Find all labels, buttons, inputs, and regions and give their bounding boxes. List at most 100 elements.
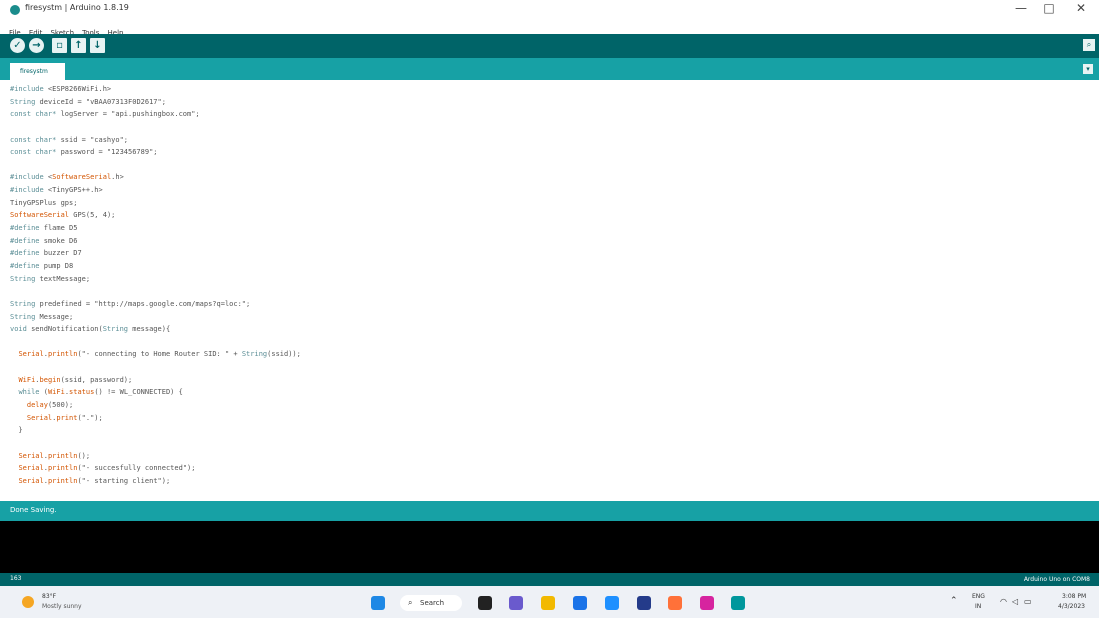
upload-button[interactable]: → [29,38,44,53]
arrow-up-icon: ↑ [74,40,83,51]
windows-start-icon[interactable] [371,596,385,610]
line-number: 163 [10,575,22,582]
code-line[interactable]: Serial.println("- succesfully connected"… [10,462,301,475]
code-token: String [241,350,268,359]
code-line[interactable]: TinyGPSPlus gps; [10,197,301,210]
code-line[interactable]: WiFi.begin(ssid, password); [10,374,301,387]
file-explorer-icon[interactable] [541,596,555,610]
weather-sun-icon[interactable] [22,596,34,608]
code-line[interactable]: String textMessage; [10,273,301,286]
tab-menu-button[interactable]: ▾ [1083,64,1093,74]
tray-chevron-up-icon[interactable]: ⌃ [950,596,958,606]
code-line[interactable] [10,159,301,172]
code-line[interactable]: const char* password = "123456789"; [10,146,301,159]
code-editor[interactable]: #include <ESP8266WiFi.h> String deviceId … [0,80,1099,501]
save-button[interactable]: ↓ [90,38,105,53]
code-line[interactable]: while (WiFi.status() != WL_CONNECTED) { [10,386,301,399]
code-line[interactable]: #define smoke D6 [10,235,301,248]
code-line[interactable]: const char* logServer = "api.pushingbox.… [10,108,301,121]
code-line[interactable]: Serial.println("- starting client"); [10,475,301,488]
code-token: void [10,325,27,334]
code-token: <TinyGPS++.h> [43,186,103,195]
magnifier-icon: ⌕ [1086,40,1092,49]
clock-date[interactable]: 4/3/2023 [1058,603,1085,610]
code-token: (500); [47,401,74,410]
weather-desc[interactable]: Mostly sunny [42,603,82,610]
code-line[interactable]: const char* ssid = "cashyo"; [10,134,301,147]
close-button[interactable]: ✕ [1072,1,1090,15]
maximize-button[interactable]: □ [1040,1,1058,15]
code-line[interactable]: String Message; [10,311,301,324]
code-token: #include [10,186,44,195]
code-token: String [10,312,36,321]
code-content[interactable]: #include <ESP8266WiFi.h> String deviceId … [10,83,301,488]
serial-monitor-button[interactable]: ⌕ [1083,39,1095,51]
speaker-icon[interactable]: ◁ [1012,597,1018,606]
code-token: Serial [18,451,44,460]
open-button[interactable]: ↑ [71,38,86,53]
code-token: #include [10,173,44,182]
code-token: #define [10,249,40,258]
title-bar: firesystm | Arduino 1.8.19 — □ ✕ [0,0,1099,20]
code-line[interactable]: #define pump D8 [10,260,301,273]
code-line[interactable]: Serial.println("- connecting to Home Rou… [10,348,300,361]
verify-button[interactable]: ✓ [10,38,25,53]
code-line[interactable]: void sendNotification(String message){ [10,323,301,336]
code-token: const char* [10,135,57,144]
code-token: textMessage; [35,274,91,283]
code-token: Message; [35,312,74,321]
code-token: const char* [10,148,57,157]
code-line[interactable]: #define buzzer D7 [10,247,301,260]
code-line[interactable] [10,437,301,450]
arduino-icon[interactable] [731,596,745,610]
code-line[interactable] [10,361,301,374]
code-token: GPS(5, 4); [69,211,116,220]
footer-bar: 163 Arduino Uno on COM8 [0,573,1099,586]
code-token: println [47,464,78,473]
code-token: String [102,325,129,334]
tab-firesystm[interactable]: firesystm [10,63,65,80]
code-line[interactable]: delay(500); [10,399,301,412]
minimize-button[interactable]: — [1012,1,1030,15]
code-line[interactable]: #include <ESP8266WiFi.h> [10,83,301,96]
code-token: String [10,299,36,308]
code-line[interactable]: Serial.println(); [10,450,301,463]
language-bottom[interactable]: IN [975,603,981,610]
edge-icon[interactable] [573,596,587,610]
code-line[interactable]: #include <TinyGPS++.h> [10,184,301,197]
code-line[interactable] [10,336,301,349]
chrome-icon[interactable] [605,596,619,610]
code-token: delay [26,401,48,410]
taskbar-search[interactable]: ⌕ Search [400,595,462,611]
code-token: deviceId = "vBAA07313F0D2617"; [35,97,166,106]
code-token: ("- starting client"); [77,476,171,485]
code-line[interactable]: #include <SoftwareSerial.h> [10,171,301,184]
wifi-icon[interactable]: ◠ [1000,597,1007,606]
clock-time[interactable]: 3:08 PM [1062,593,1086,600]
firefox-icon[interactable] [668,596,682,610]
code-line[interactable]: } [10,424,301,437]
instagram-icon[interactable] [700,596,714,610]
weather-temp[interactable]: 83°F [42,593,56,600]
code-token: flame D5 [39,224,78,233]
store-icon[interactable] [637,596,651,610]
code-line[interactable]: #define flame D5 [10,222,301,235]
code-line[interactable]: Serial.print("."); [10,412,301,425]
task-view-icon[interactable] [478,596,492,610]
console-output[interactable] [0,521,1099,573]
language-top[interactable]: ENG [972,593,985,600]
code-line[interactable]: String deviceId = "vBAA07313F0D2617"; [10,96,301,109]
new-button[interactable]: ▫ [52,38,67,53]
code-token: Serial [18,350,44,359]
code-token: ("."); [77,413,103,422]
code-token: Serial [18,476,44,485]
chat-icon[interactable] [509,596,523,610]
code-line[interactable]: SoftwareSerial GPS(5, 4); [10,209,301,222]
code-line[interactable] [10,121,301,134]
code-line[interactable]: String predefined = "http://maps.google.… [10,298,301,311]
code-token: smoke D6 [39,236,78,245]
code-token: Serial [18,464,44,473]
code-line[interactable] [10,285,301,298]
battery-icon[interactable]: ▭ [1024,597,1032,606]
